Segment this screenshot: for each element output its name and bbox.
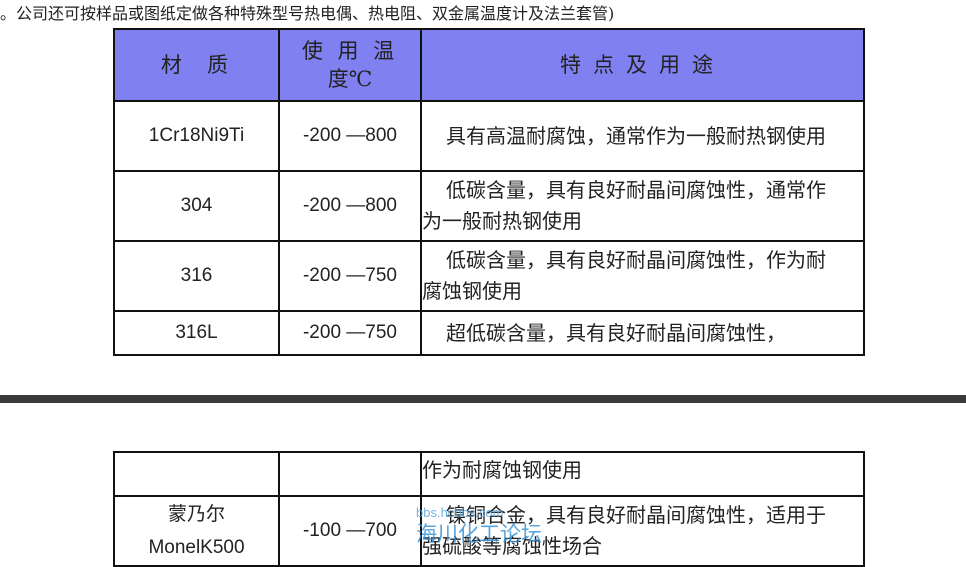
header-usage: 特点及用途 (420, 28, 865, 102)
empty-material-cell (113, 451, 280, 497)
empty-temperature-cell (278, 451, 422, 497)
usage-cell: 低碳含量，具有良好耐晶间腐蚀性，通常作为一般耐热钢使用 (420, 170, 865, 242)
header-material: 材 质 (113, 28, 280, 102)
material-cell: 1Cr18Ni9Ti (113, 100, 280, 172)
table-row: 316 -200 —750 低碳含量，具有良好耐晶间腐蚀性，作为耐腐蚀钢使用 (113, 240, 865, 312)
watermark-title: 海川化工论坛 (416, 523, 542, 546)
material-table-page1: 材 质 使 用 温 度℃ 特点及用途 1Cr18Ni9Ti -200 —800 … (113, 28, 865, 356)
table-row: 304 -200 —800 低碳含量，具有良好耐晶间腐蚀性，通常作为一般耐热钢使… (113, 170, 865, 242)
usage-cell: 作为耐腐蚀钢使用 (420, 451, 865, 497)
temperature-cell: -200 —800 (278, 100, 422, 172)
material-cell: 蒙乃尔 MonelK500 (113, 495, 280, 567)
page-break-divider (0, 395, 966, 403)
material-cell: 316L (113, 310, 280, 356)
table-row: 316L -200 —750 超低碳含量，具有良好耐晶间腐蚀性， (113, 310, 865, 356)
forum-watermark: bbs.hcbbs.com 海川化工论坛 (416, 505, 542, 548)
usage-text: 超低碳含量，具有良好耐晶间腐蚀性， (446, 320, 786, 345)
temperature-cell: -200 —750 (278, 240, 422, 312)
material-name-cn: 蒙乃尔 (167, 503, 225, 525)
intro-text: 。公司还可按样品或图纸定做各种特殊型号热电偶、热电阻、双金属温度计及法兰套管) (0, 4, 615, 23)
table-header-row: 材 质 使 用 温 度℃ 特点及用途 (113, 28, 865, 102)
usage-text: 具有高温耐腐蚀，通常作为一般耐热钢使用 (446, 123, 826, 148)
material-cell: 316 (113, 240, 280, 312)
temperature-cell: -200 —750 (278, 310, 422, 356)
temperature-cell: -100 —700 (278, 495, 422, 567)
usage-cell: 超低碳含量，具有良好耐晶间腐蚀性， (420, 310, 865, 356)
material-name-en: MonelK500 (148, 537, 245, 558)
header-temperature-line2: 度℃ (327, 67, 373, 91)
usage-cell: 低碳含量，具有良好耐晶间腐蚀性，作为耐腐蚀钢使用 (420, 240, 865, 312)
usage-text: 低碳含量，具有良好耐晶间腐蚀性，作为耐腐蚀钢使用 (422, 248, 826, 303)
header-temperature-line1: 使 用 温 (301, 39, 399, 63)
usage-text: 低碳含量，具有良好耐晶间腐蚀性，通常作为一般耐热钢使用 (422, 178, 826, 233)
header-temperature: 使 用 温 度℃ (278, 28, 422, 102)
material-cell: 304 (113, 170, 280, 242)
table-row: 1Cr18Ni9Ti -200 —800 具有高温耐腐蚀，通常作为一般耐热钢使用 (113, 100, 865, 172)
usage-text: 作为耐腐蚀钢使用 (422, 458, 582, 482)
usage-cell: 具有高温耐腐蚀，通常作为一般耐热钢使用 (420, 100, 865, 172)
temperature-cell: -200 —800 (278, 170, 422, 242)
table-row-continued: 作为耐腐蚀钢使用 (113, 451, 865, 497)
